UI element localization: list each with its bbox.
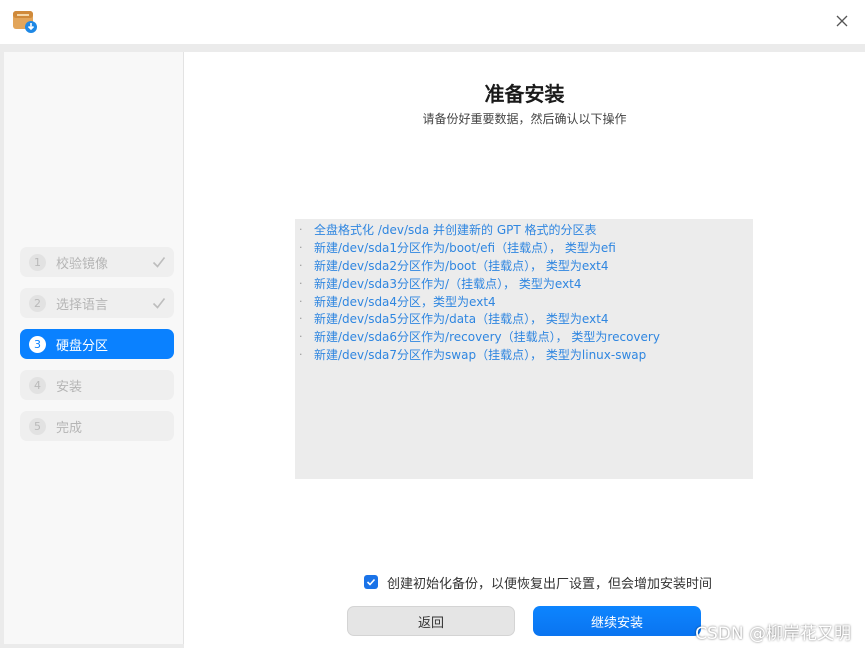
step-number: 3 [29,335,46,353]
bullet-icon: · [299,330,303,344]
step-label: 校验镜像 [56,256,109,272]
list-item: · 新建/dev/sda7分区作为swap（挂载点）， 类型为linux-swap [295,346,753,364]
list-item: · 新建/dev/sda1分区作为/boot/efi（挂载点）， 类型为efi [295,239,753,257]
operation-text: 新建/dev/sda7分区作为swap（挂载点）， 类型为linux-swap [314,347,647,362]
operation-text: 新建/dev/sda5分区作为/data（挂载点）， 类型为ext4 [314,312,609,327]
check-icon [152,257,166,268]
checkmark-icon [366,578,376,586]
step-number: 2 [29,294,46,312]
list-item: · 新建/dev/sda6分区作为/recovery（挂载点）， 类型为recov… [295,328,753,346]
bullet-icon: · [299,294,303,308]
back-button[interactable]: 返回 [347,606,515,636]
step-install[interactable]: 4 安装 [20,370,174,400]
watermark: CSDN @柳岸花又明 [695,624,851,644]
continue-install-button[interactable]: 继续安装 [533,606,701,636]
close-icon[interactable] [833,12,851,30]
step-label: 完成 [56,420,83,436]
bullet-icon: · [299,347,303,361]
backup-checkbox[interactable] [364,575,378,589]
operation-text: 全盘格式化 /dev/sda 并创建新的 GPT 格式的分区表 [314,223,597,238]
installer-app-icon [13,11,37,33]
step-number: 1 [29,253,46,271]
step-verify-image[interactable]: 1 校验镜像 [20,247,174,277]
step-label: 硬盘分区 [56,338,109,354]
operation-text: 新建/dev/sda6分区作为/recovery（挂载点）， 类型为recove… [314,330,660,345]
bullet-icon: · [299,276,303,290]
bullet-icon: · [299,223,303,237]
operations-list: · 全盘格式化 /dev/sda 并创建新的 GPT 格式的分区表 · 新建/dev… [295,219,753,479]
list-item: · 新建/dev/sda5分区作为/data（挂载点）， 类型为ext4 [295,310,753,328]
bullet-icon: · [299,241,303,255]
operation-text: 新建/dev/sda1分区作为/boot/efi（挂载点）， 类型为efi [314,241,616,256]
list-item: · 新建/dev/sda4分区，类型为ext4 [295,292,753,310]
step-finish[interactable]: 5 完成 [20,411,174,441]
bullet-icon: · [299,312,303,326]
step-label: 选择语言 [56,297,109,313]
bullet-icon: · [299,258,303,272]
operation-text: 新建/dev/sda4分区，类型为ext4 [314,294,496,309]
check-icon [152,298,166,309]
page-subtitle: 请备份好重要数据，然后确认以下操作 [422,112,627,126]
list-item: · 新建/dev/sda2分区作为/boot（挂载点）， 类型为ext4 [295,257,753,275]
list-item: · 全盘格式化 /dev/sda 并创建新的 GPT 格式的分区表 [295,221,753,239]
page-title: 准备安装 [484,82,565,106]
backup-label: 创建初始化备份，以便恢复出厂设置，但会增加安装时间 [387,576,713,592]
step-select-language[interactable]: 2 选择语言 [20,288,174,318]
list-item: · 新建/dev/sda3分区作为/（挂载点）， 类型为ext4 [295,274,753,292]
title-bar [0,0,865,44]
step-number: 4 [29,376,46,394]
step-number: 5 [29,417,46,435]
step-disk-partition[interactable]: 3 硬盘分区 [20,329,174,359]
operation-text: 新建/dev/sda3分区作为/（挂载点）， 类型为ext4 [314,276,582,291]
operation-text: 新建/dev/sda2分区作为/boot（挂载点）， 类型为ext4 [314,258,609,273]
backup-option: 创建初始化备份，以便恢复出厂设置，但会增加安装时间 [364,573,713,592]
step-label: 安装 [56,379,83,395]
